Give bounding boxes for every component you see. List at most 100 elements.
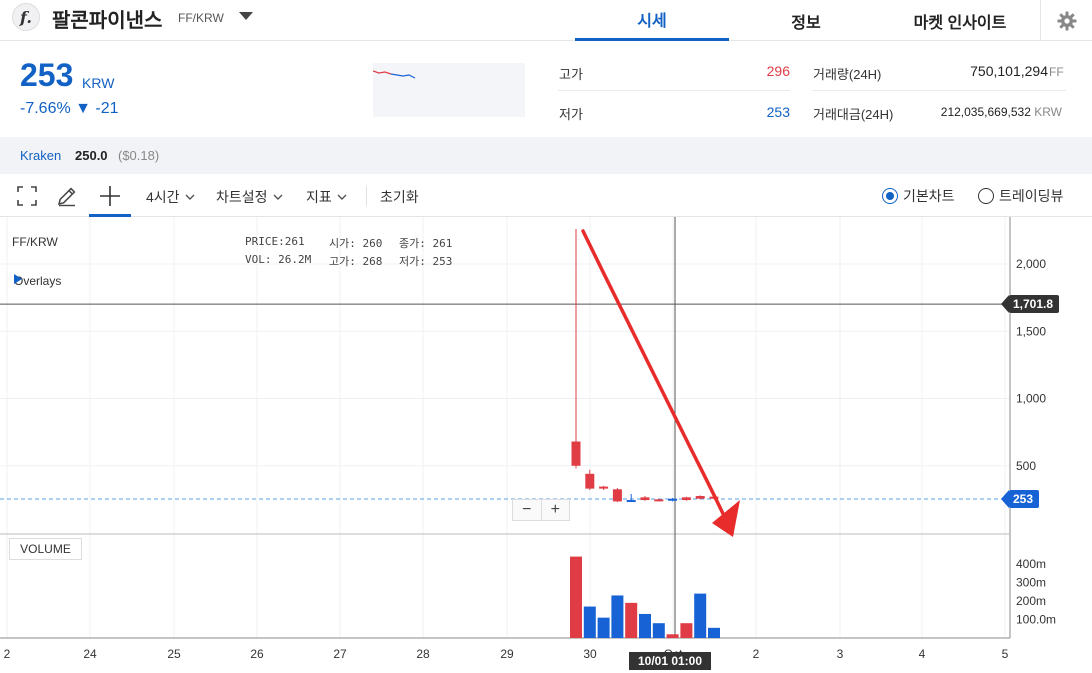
radio-selected-icon	[882, 188, 898, 204]
chart-settings-select[interactable]: 차트설정	[216, 187, 283, 207]
ohlc-open: 시가: 260	[329, 237, 383, 250]
mini-chart	[372, 63, 525, 117]
zoom-out-button[interactable]: −	[513, 500, 541, 520]
gear-icon	[1057, 11, 1076, 30]
indicators-select[interactable]: 지표	[306, 187, 347, 207]
market-header: f. 팔콘파이낸스 FF/KRW 시세 정보 마켓 인사이트	[0, 0, 1092, 41]
coin-select-caret-icon[interactable]	[239, 12, 253, 20]
time-tick-label: 28	[416, 647, 430, 661]
volume-value: 750,101,294	[970, 63, 1048, 79]
volume-unit: FF	[1049, 65, 1064, 79]
time-tick-label: 4	[919, 647, 926, 661]
tab-price[interactable]: 시세	[575, 0, 729, 41]
time-tick-label: 5	[1002, 647, 1009, 661]
coin-pair: FF/KRW	[178, 11, 224, 25]
time-tick-label: 25	[167, 647, 181, 661]
volume-tick-label: 100.0m	[1016, 613, 1056, 627]
annotation-arrow-head	[712, 500, 740, 537]
candle-body	[654, 499, 664, 502]
volume-bar	[625, 602, 638, 638]
zoom-controls: − +	[512, 499, 570, 521]
low-label: 저가	[559, 107, 583, 122]
volume-label: 거래량(24H)	[813, 67, 882, 82]
price-chart[interactable]: 500 1,000 1,500 2,000 100.0m 200m 300m 400m 2 24 2…	[0, 217, 1092, 673]
volume-bar	[583, 606, 596, 638]
time-tick-label: 2	[753, 647, 760, 661]
candle-body	[681, 497, 691, 501]
chart-settings-label: 차트설정	[216, 189, 268, 205]
price-summary: 253 KRW -7.66% ▼ -21 고가 296 저가 253 거래량(2…	[0, 41, 1092, 137]
ohlc-close: 종가: 261	[399, 237, 453, 250]
tab-info[interactable]: 정보	[729, 0, 883, 41]
volume-bar	[570, 556, 582, 638]
mini-chart-line	[372, 70, 416, 79]
zoom-in-button[interactable]: +	[540, 500, 570, 520]
price-tick-label: 2,000	[1016, 257, 1046, 271]
volume-bar	[639, 613, 651, 638]
trading-view-radio[interactable]: 트레이딩뷰	[978, 186, 1063, 206]
price-tick-label: 1,500	[1016, 324, 1046, 338]
volume-bar	[680, 623, 693, 638]
crosshair-icon[interactable]	[98, 184, 122, 208]
overlays-toggle[interactable]: Overlays	[14, 274, 61, 288]
volume-bar	[611, 595, 624, 638]
coin-name: 팔콘파이낸스	[52, 10, 163, 32]
price-tick-label: 1,000	[1016, 392, 1046, 406]
volume-tick-label: 300m	[1016, 576, 1046, 590]
basic-chart-radio[interactable]: 기본차트	[882, 186, 955, 206]
volume-bar	[597, 617, 610, 638]
time-tick-label: 24	[83, 647, 97, 661]
chevron-down-icon	[273, 194, 283, 200]
volume-label: VOLUME	[9, 538, 82, 560]
candle-body	[585, 473, 595, 489]
time-tick-label: 27	[333, 647, 347, 661]
trading-view-label: 트레이딩뷰	[999, 188, 1064, 204]
amount-label: 거래대금(24H)	[813, 107, 894, 122]
indicators-label: 지표	[306, 189, 332, 205]
ohlc-low: 저가: 253	[399, 255, 453, 268]
ohlc-price: PRICE:261	[245, 235, 305, 248]
current-price-tag: 253	[1000, 489, 1040, 508]
reset-button[interactable]: 초기화	[380, 187, 419, 207]
radio-unselected-icon	[978, 188, 994, 204]
time-tick-label: 3	[837, 647, 844, 661]
coin-logo: f.	[12, 3, 40, 31]
chevron-down-icon	[185, 194, 195, 200]
stat-divider	[558, 90, 790, 91]
exchange-price: 250.0	[75, 148, 108, 163]
candle-body	[599, 486, 609, 489]
crosshair-time-tag: 10/01 01:00	[629, 652, 711, 670]
fullscreen-icon[interactable]	[15, 184, 39, 208]
time-tick-label: 26	[250, 647, 264, 661]
settings-button[interactable]	[1040, 0, 1092, 41]
chevron-down-icon	[337, 194, 347, 200]
crosshair-price-tag: 1,701.8	[1000, 295, 1060, 314]
triangle-right-icon	[14, 274, 22, 284]
stat-divider	[812, 90, 1066, 91]
exchange-name[interactable]: Kraken	[20, 148, 61, 163]
time-tick-label: 29	[500, 647, 514, 661]
chart-toolbar: 4시간 차트설정 지표 초기화 기본차트 트레이딩뷰	[0, 174, 1092, 217]
exchange-price-strip: Kraken 250.0 ($0.18)	[0, 137, 1092, 174]
chart-canvas[interactable]: 5001,0001,5002,000100.0m200m300m400m2 24 2…	[0, 217, 1092, 673]
basic-chart-label: 기본차트	[903, 188, 955, 204]
candle-body	[668, 498, 678, 501]
chart-pair-label: FF/KRW	[12, 235, 58, 249]
ohlc-volume: VOL: 26.2M	[245, 253, 312, 266]
low-value: 253	[766, 104, 790, 120]
price-tick-label: 500	[1016, 459, 1036, 473]
volume-bar	[708, 627, 720, 638]
interval-select[interactable]: 4시간	[146, 187, 195, 207]
time-tick-label: 2	[4, 647, 11, 661]
exchange-usd-price: ($0.18)	[118, 148, 160, 163]
current-price: 253	[20, 57, 74, 93]
candle-body	[612, 489, 622, 502]
volume-tick-label: 200m	[1016, 594, 1046, 608]
candle-body	[640, 497, 650, 501]
interval-label: 4시간	[146, 189, 180, 205]
pencil-icon[interactable]	[55, 184, 79, 208]
high-value: 296	[766, 63, 790, 79]
tab-market-insight[interactable]: 마켓 인사이트	[883, 0, 1037, 41]
price-unit: KRW	[82, 75, 115, 91]
amount-unit: KRW	[1034, 105, 1062, 119]
